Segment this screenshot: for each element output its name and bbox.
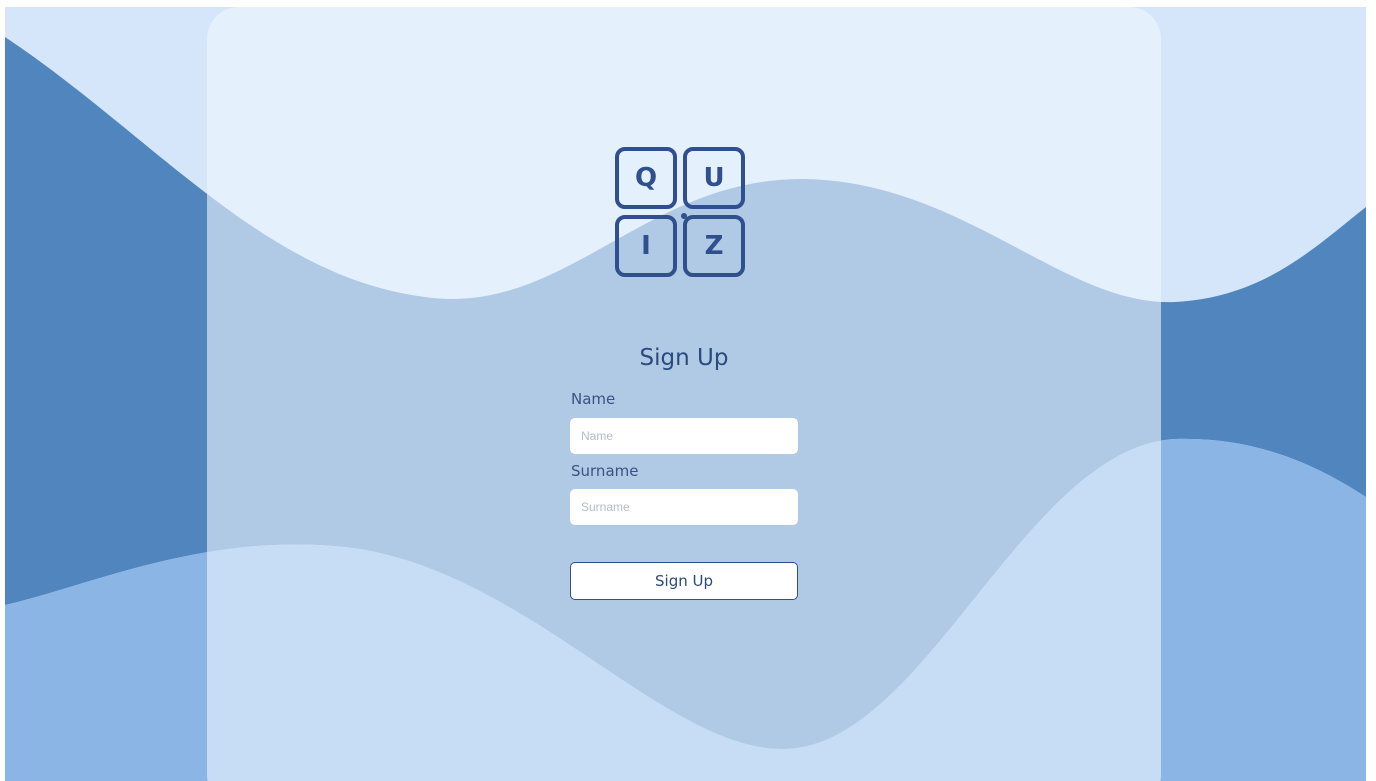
signup-card <box>207 7 1161 781</box>
surname-label: Surname <box>571 462 639 480</box>
sign-up-button[interactable]: Sign Up <box>570 562 798 600</box>
logo-tile-z: Z <box>683 215 745 277</box>
logo-tile-i: I <box>615 215 677 277</box>
logo-tile-q: Q <box>615 147 677 209</box>
quiz-logo-icon: Q U I Z <box>615 147 753 285</box>
name-label: Name <box>571 390 616 408</box>
page-title: Sign Up <box>639 345 729 371</box>
logo-tile-u: U <box>683 147 745 209</box>
page-background: Q U I Z Sign Up Name Surname Sign Up <box>5 7 1366 781</box>
name-input[interactable] <box>570 418 798 454</box>
logo-center-dot <box>681 213 687 219</box>
surname-input[interactable] <box>570 489 798 525</box>
